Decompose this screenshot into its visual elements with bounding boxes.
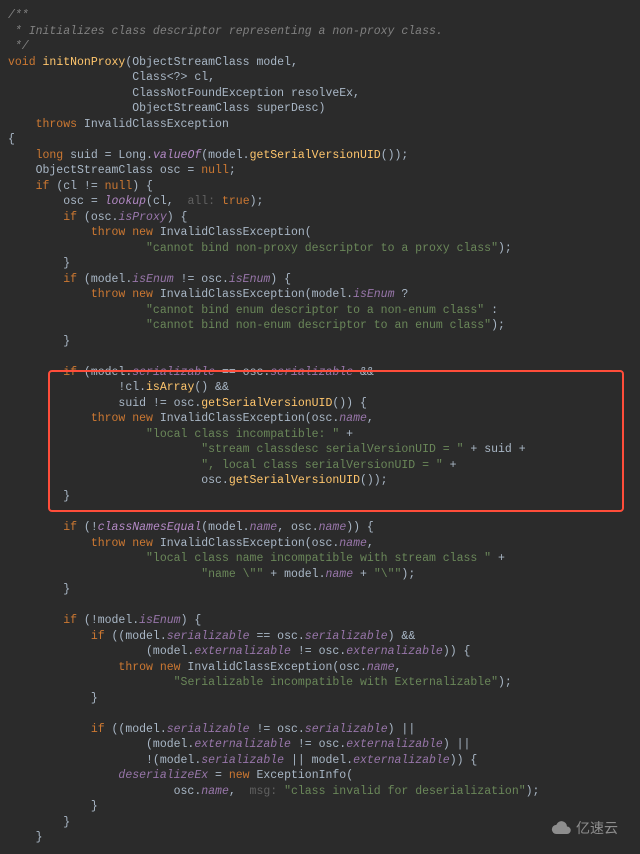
watermark-logo: 亿速云 [540,815,628,842]
cloud-icon [550,821,572,835]
watermark-text: 亿速云 [576,819,618,838]
code-block: /** * Initializes class descriptor repre… [8,8,640,846]
